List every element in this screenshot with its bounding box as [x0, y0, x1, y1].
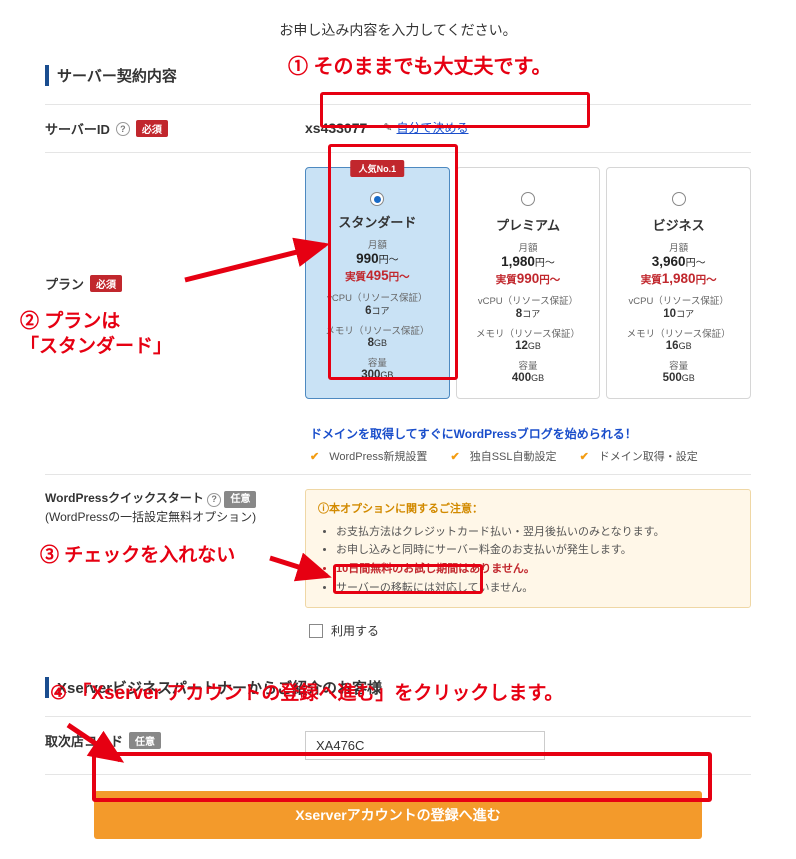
wp-quickstart-label: WordPressクイックスタート: [45, 491, 204, 505]
annotation-2: ② プランは「スタンダード」: [20, 310, 172, 359]
wp-use-row[interactable]: 利用する: [305, 618, 751, 643]
wp-use-checkbox[interactable]: [309, 624, 323, 638]
plan-card-premium[interactable]: プレミアム 月額 1,980円～ 実質990円～ vCPU（リソース保証） 8コ…: [456, 167, 601, 399]
wp-note-box: ⓘ本オプションに関するご注意： お支払方法はクレジットカード払い・翌月後払いのみ…: [305, 489, 751, 608]
plan-card-business[interactable]: ビジネス 月額 3,960円～ 実質1,980円～ vCPU（リソース保証） 1…: [606, 167, 751, 399]
help-icon[interactable]: ?: [207, 493, 221, 507]
server-id-value: xs433077: [305, 120, 367, 136]
annotation-1: ① そのままでも大丈夫です。: [288, 50, 552, 79]
plan-radio[interactable]: [521, 192, 535, 206]
check-icon: ✔: [450, 451, 459, 463]
wp-features-list: ✔WordPress新規設置 ✔独自SSL自動設定 ✔ドメイン取得・設定: [310, 448, 751, 464]
plan-radio[interactable]: [672, 192, 686, 206]
popular-ribbon: 人気No.1: [351, 160, 405, 177]
help-icon[interactable]: ?: [116, 122, 130, 136]
annotation-4: ④ 「Xserver アカウントの登録へ進む」をクリックします。: [50, 678, 563, 705]
plan-card-standard[interactable]: 人気No.1 スタンダード 月額 990円～ 実質495円～ vCPU（リソース…: [305, 167, 450, 399]
agency-code-input[interactable]: [305, 731, 545, 760]
wp-use-label: 利用する: [331, 622, 379, 639]
check-icon: ✔: [310, 451, 319, 463]
server-id-label: サーバーID: [45, 119, 110, 138]
required-badge: 必須: [136, 120, 168, 137]
page-instruction: お申し込み内容を入力してください。: [45, 20, 751, 40]
wp-promo-text: ドメインを取得してすぐにWordPressブログを始められる！: [310, 425, 751, 442]
pencil-icon: ✎: [383, 121, 392, 134]
info-icon: ⓘ: [318, 503, 329, 515]
wp-quickstart-sublabel: (WordPressの一括設定無料オプション): [45, 508, 305, 526]
plan-name: スタンダード: [314, 212, 441, 231]
plan-name: ビジネス: [615, 215, 742, 234]
plan-name: プレミアム: [465, 215, 592, 234]
required-badge: 必須: [90, 275, 122, 292]
check-icon: ✔: [580, 451, 589, 463]
proceed-register-button[interactable]: Xserverアカウントの登録へ進む: [94, 791, 701, 839]
plan-radio[interactable]: [370, 192, 384, 206]
annotation-3: ③ チェックを入れない: [40, 540, 235, 567]
optional-badge: 任意: [129, 732, 161, 749]
plan-label: プラン: [45, 274, 84, 293]
optional-badge: 任意: [224, 491, 256, 508]
agency-code-label: 取次店コード: [45, 731, 123, 750]
change-server-id-link[interactable]: 自分で決める: [397, 119, 469, 136]
